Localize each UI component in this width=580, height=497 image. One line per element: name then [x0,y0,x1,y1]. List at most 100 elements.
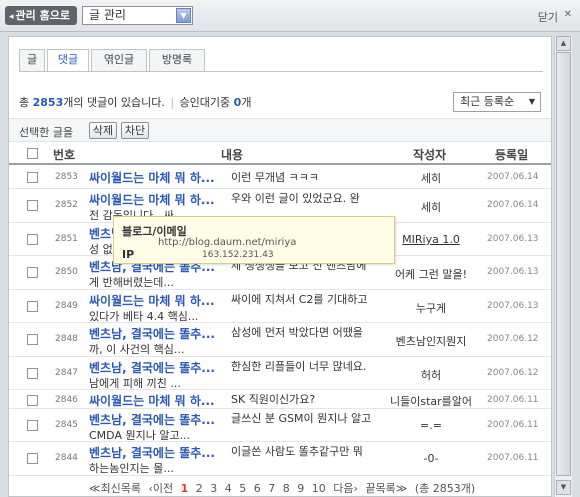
scroll-up-icon[interactable]: ▲ [556,36,571,51]
page-link-7[interactable]: 7 [268,482,275,495]
comment-line-2: 있다가 베타 4.4 핵심... [89,310,199,323]
tooltip-ip: 163.152.231.43 [202,250,274,260]
row-number: 2844 [55,453,78,463]
select-all-checkbox[interactable] [27,148,38,159]
row-checkbox[interactable] [27,267,38,278]
close-icon[interactable]: ✕ [564,9,572,20]
author-name[interactable]: MIRiya 1.0 [383,233,479,246]
page-link-1[interactable]: 1 [181,482,189,495]
comment-line-2: CMDA 뭔지나 알고... [89,429,191,442]
author-name[interactable]: 세히 [383,199,479,215]
pagination: ≪최신목록 ‹이전 1 2 3 4 5 6 7 8 9 10 다음› 끝목록≫ … [89,480,479,496]
row-number: 2850 [55,267,78,277]
comment-line-2: 성 없 [89,243,113,256]
scroll-down-icon[interactable]: ▼ [556,480,571,495]
row-number: 2847 [55,368,78,378]
row-date: 2007.06.11 [487,395,539,405]
tab-guestbook[interactable]: 방명록 [149,49,205,71]
chevron-down-icon[interactable]: ▼ [176,8,191,23]
row-checkbox[interactable] [27,395,38,406]
table-row: 2846 싸이월드는 마체 뭐 하... SK 직원이신가요? 니들이star를… [9,391,551,409]
admin-home-button[interactable]: ◂ 관리 홈으로 [5,6,77,25]
page-link-3[interactable]: 3 [210,482,217,495]
row-date: 2007.06.12 [487,368,539,378]
delete-button[interactable]: 삭제 [89,122,117,139]
scroll-thumb[interactable] [556,52,571,476]
section-select-value: 글 관리 [89,8,126,22]
author-name[interactable]: 세히 [383,170,479,186]
comment-panel: 글 댓글 엮인글 방명록 총 2853개의 댓글이 있습니다. | 승인대기중 … [8,36,552,497]
comment-text[interactable]: 글쓰신 분 GSM이 뭔지나 알고 CMDA 뭔지나 알고... [89,410,371,444]
row-date: 2007.06.14 [487,172,539,182]
row-checkbox[interactable] [27,234,38,245]
header-date: 등록일 [495,148,529,162]
row-checkbox[interactable] [27,200,38,211]
author-name[interactable]: 누구게 [383,300,479,316]
comment-text[interactable]: 싸이에 지쳐서 C2를 기대하고있다가 베타 4.4 핵심... [89,291,368,325]
comment-text[interactable]: 한심한 리플들이 너무 많네요. 남에게 피해 끼친 ... [89,358,366,392]
tab-trackbacks[interactable]: 엮인글 [91,49,147,71]
author-name[interactable]: 니들이star를알어 [383,393,479,409]
vertical-scrollbar[interactable]: ▲ ▼ [554,36,572,497]
comment-text[interactable]: 이글쓴 사람도 똘추같구만 뭐 하는놈인지는 몰... [89,443,363,477]
comment-line-1: 삼성에 먼저 박았다면 어땠을 [231,326,363,339]
last-page-link[interactable]: 끝목록≫ [365,482,407,495]
table-row: 2844 벤츠남, 결국에는 똘추... 이글쓴 사람도 똘추같구만 뭐 하는놈인… [9,443,551,477]
section-select[interactable]: 글 관리 ▼ [82,6,193,25]
row-number: 2846 [55,395,78,405]
page-link-4[interactable]: 4 [225,482,232,495]
author-name[interactable]: -0- [383,452,479,465]
author-name[interactable]: 벤츠남인지뭔지 [383,333,479,349]
tab-divider [19,71,543,72]
block-button[interactable]: 차단 [121,122,149,139]
tooltip-ip-label: IP [122,248,135,261]
row-date: 2007.06.14 [487,200,539,210]
page-link-6[interactable]: 6 [254,482,261,495]
row-checkbox[interactable] [27,420,38,431]
chevron-down-icon: ▼ [528,97,535,106]
total-count: 2853 [32,96,64,109]
pending-unit: 개 [241,96,252,109]
sort-select-value: 최근 등록순 [460,95,515,108]
comment-text[interactable]: 삼성에 먼저 박았다면 어땠을까, 이 사건의 핵심... [89,324,363,358]
comment-line-1: SK 직원이신가요? [231,393,316,406]
row-checkbox[interactable] [27,172,38,183]
row-number: 2849 [55,301,78,311]
comment-text[interactable]: SK 직원이신가요? [89,391,315,408]
close-link[interactable]: 닫기 [538,9,558,25]
comment-line-2: 게 반해버렸는데... [89,276,174,289]
tab-comments[interactable]: 댓글 [47,49,89,72]
summary-suffix: 개의 댓글이 있습니다. [63,96,165,109]
comment-line-1: 글쓰신 분 GSM이 뭔지나 알고 [231,412,372,425]
comment-text[interactable]: 이런 무개념 ㅋㅋㅋ [89,169,319,186]
next-page-link[interactable]: 다음› [333,482,358,495]
comment-line-1: 싸이에 지쳐서 C2를 기대하고 [231,293,368,306]
row-checkbox[interactable] [27,453,38,464]
row-checkbox[interactable] [27,334,38,345]
row-number: 2848 [55,334,78,344]
tooltip-blog-url[interactable]: http://blog.daum.net/miriya [158,237,296,248]
comment-line-2: 까, 이 사건의 핵심... [89,343,185,356]
page-link-2[interactable]: 2 [196,482,203,495]
header-content: 내용 [221,148,244,162]
page-link-10[interactable]: 10 [312,482,326,495]
table-row: 2853 싸이월드는 마체 뭐 하... 이런 무개념 ㅋㅋㅋ 세히 2007.… [9,166,551,189]
table-row: 2849 싸이월드는 마체 뭐 하... 싸이에 지쳐서 C2를 기대하고 있다가… [9,291,551,325]
author-name[interactable]: 어케 그런 말을! [383,266,479,282]
first-page-link[interactable]: ≪최신목록 [89,482,141,495]
row-checkbox[interactable] [27,368,38,379]
tab-posts[interactable]: 글 [19,49,45,71]
row-date: 2007.06.11 [487,420,539,430]
admin-home-label: 관리 홈으로 [15,9,70,22]
author-name[interactable]: 허허 [383,367,479,383]
page-link-5[interactable]: 5 [239,482,246,495]
author-name[interactable]: =.= [383,419,479,432]
row-date: 2007.06.13 [487,301,539,311]
prev-page-link[interactable]: ‹이전 [149,482,174,495]
row-date: 2007.06.13 [487,267,539,277]
comment-line-1: 이글쓴 사람도 똘추같구만 뭐 [231,445,363,458]
row-checkbox[interactable] [27,301,38,312]
page-link-9[interactable]: 9 [297,482,304,495]
page-link-8[interactable]: 8 [283,482,290,495]
sort-select[interactable]: 최근 등록순 ▼ [453,92,541,112]
